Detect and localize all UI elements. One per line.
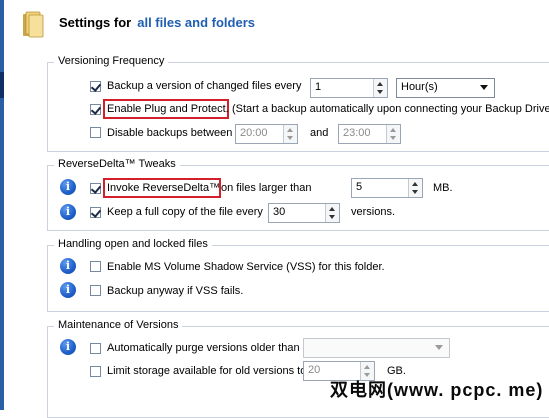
stepper-down-icon[interactable] [329, 215, 335, 219]
backup-label: Backup a version of changed files every [107, 80, 302, 92]
window-left-edge [0, 0, 4, 410]
invoke-reversedelta-checkbox[interactable] [90, 183, 101, 194]
full-copy-checkbox[interactable] [90, 207, 101, 218]
disable-backups-label: Disable backups between [107, 127, 233, 139]
title-prefix: Settings for [59, 15, 132, 30]
disable-to-time[interactable]: 23:00 [338, 124, 401, 144]
disable-and-label: and [310, 127, 329, 139]
limit-storage-label: Limit storage available for old versions… [107, 365, 307, 377]
info-icon[interactable]: i [60, 258, 76, 274]
disable-to-value: 23:00 [343, 127, 371, 139]
page-title: Settings for all files and folders [59, 15, 255, 30]
full-copy-unit: versions. [351, 206, 396, 218]
plug-protect-hint: (Start a backup automatically upon conne… [232, 103, 549, 115]
invoke-reversedelta-label: Invoke ReverseDelta™ [107, 182, 221, 194]
backup-anyway-label: Backup anyway if VSS fails. [107, 285, 244, 297]
backup-interval-stepper[interactable]: 1 [310, 78, 388, 98]
stepper-buttons[interactable] [386, 125, 400, 143]
open-locked-group [47, 245, 549, 312]
invoke-reversedelta-suffix: on files larger than [221, 182, 312, 194]
stepper-up-icon[interactable] [364, 365, 370, 369]
backup-checkbox[interactable] [90, 81, 101, 92]
maintenance-legend: Maintenance of Versions [54, 319, 183, 331]
disable-from-value: 20:00 [240, 127, 268, 139]
open-locked-legend: Handling open and locked files [54, 238, 212, 250]
vss-checkbox[interactable] [90, 261, 101, 272]
reversedelta-size-unit: MB. [433, 182, 453, 194]
disable-from-time[interactable]: 20:00 [235, 124, 298, 144]
info-icon[interactable]: i [60, 339, 76, 355]
backup-unit-value: Hour(s) [401, 81, 438, 93]
stepper-up-icon[interactable] [377, 82, 383, 86]
stepper-buttons[interactable] [373, 79, 387, 97]
limit-storage-value: 20 [308, 364, 321, 376]
plug-protect-checkbox[interactable] [90, 104, 101, 115]
full-copy-stepper[interactable]: 30 [268, 203, 340, 223]
purge-checkbox[interactable] [90, 343, 101, 354]
stepper-down-icon[interactable] [377, 90, 383, 94]
full-copy-label: Keep a full copy of the file every [107, 206, 263, 218]
stepper-down-icon[interactable] [412, 190, 418, 194]
info-icon[interactable]: i [60, 179, 76, 195]
stepper-down-icon[interactable] [390, 136, 396, 140]
watermark: 双电网(www. pcpc. me) [330, 380, 544, 400]
plug-protect-label: Enable Plug and Protect. [107, 103, 229, 115]
title-target-link[interactable]: all files and folders [137, 15, 255, 30]
reversedelta-size-value: 5 [356, 181, 363, 193]
stepper-buttons[interactable] [408, 179, 422, 197]
purge-age-select[interactable] [303, 338, 450, 358]
vss-label: Enable MS Volume Shadow Service (VSS) fo… [107, 261, 385, 273]
chevron-down-icon [480, 85, 488, 90]
backup-unit-select[interactable]: Hour(s) [396, 78, 495, 98]
info-icon[interactable]: i [60, 204, 76, 220]
backup-anyway-checkbox[interactable] [90, 285, 101, 296]
full-copy-value: 30 [273, 206, 286, 218]
limit-storage-checkbox[interactable] [90, 366, 101, 377]
stepper-up-icon[interactable] [390, 128, 396, 132]
stepper-up-icon[interactable] [412, 182, 418, 186]
info-icon[interactable]: i [60, 282, 76, 298]
versioning-legend: Versioning Frequency [54, 55, 169, 67]
backup-interval-value: 1 [315, 81, 322, 93]
stepper-up-icon[interactable] [287, 128, 293, 132]
purge-label: Automatically purge versions older than [107, 342, 300, 354]
stepper-buttons[interactable] [325, 204, 339, 222]
disable-backups-checkbox[interactable] [90, 127, 101, 138]
folder-icon [23, 11, 44, 38]
window-left-edge-accent [0, 72, 4, 98]
stepper-buttons[interactable] [283, 125, 297, 143]
reversedelta-size-stepper[interactable]: 5 [351, 178, 423, 198]
stepper-up-icon[interactable] [329, 207, 335, 211]
chevron-down-icon [435, 345, 443, 350]
stepper-down-icon[interactable] [287, 136, 293, 140]
reversedelta-legend: ReverseDelta™ Tweaks [54, 158, 180, 170]
